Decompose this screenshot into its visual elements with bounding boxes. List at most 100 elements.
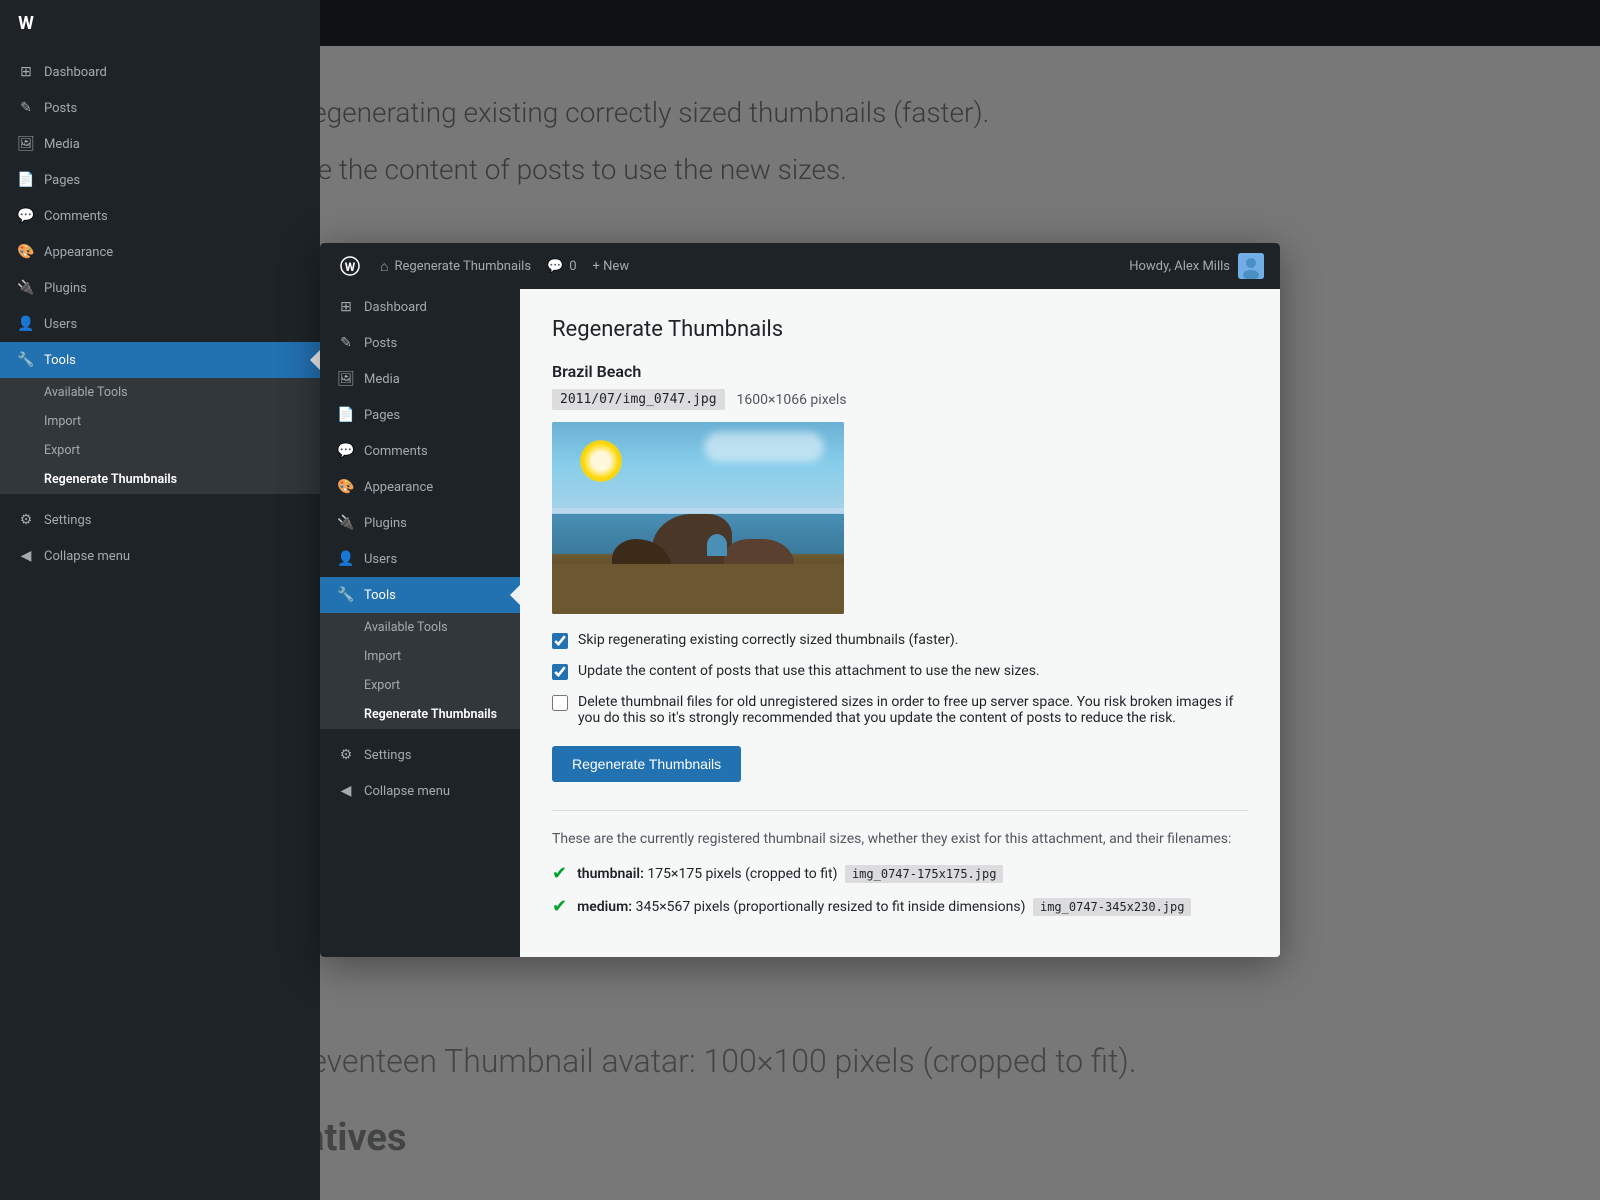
modal-submenu-import[interactable]: Import xyxy=(320,642,520,671)
checkbox-skip-regen-label: Skip regenerating existing correctly siz… xyxy=(578,632,958,648)
modal-wp-logo: W xyxy=(336,252,364,280)
sidebar-item-pages[interactable]: 📄 Pages xyxy=(0,162,320,198)
section-divider xyxy=(552,810,1248,811)
modal-home-link[interactable]: ⌂ Regenerate Thumbnails xyxy=(380,258,531,275)
modal-dialog: W ⌂ Regenerate Thumbnails 💬 0 + New Howd… xyxy=(320,243,1280,957)
modal-body: ⊞ Dashboard ✎ Posts 🖼 Media 📄 Pages 💬 Co… xyxy=(320,289,1280,957)
sidebar-collapse[interactable]: ◀ Collapse menu xyxy=(0,538,320,574)
wp-logo-sidebar: W xyxy=(12,9,40,37)
modal-appearance-icon: 🎨 xyxy=(336,477,356,497)
submenu-regenerate[interactable]: Regenerate Thumbnails xyxy=(0,465,320,494)
modal-appearance-label: Appearance xyxy=(364,480,433,495)
modal-sidebar-plugins[interactable]: 🔌 Plugins xyxy=(320,505,520,541)
modal-sidebar: ⊞ Dashboard ✎ Posts 🖼 Media 📄 Pages 💬 Co… xyxy=(320,289,520,957)
modal-sidebar-pages[interactable]: 📄 Pages xyxy=(320,397,520,433)
sidebar-item-posts[interactable]: ✎ Posts xyxy=(0,90,320,126)
modal-sidebar-comments[interactable]: 💬 Comments xyxy=(320,433,520,469)
modal-sidebar-dashboard[interactable]: ⊞ Dashboard xyxy=(320,289,520,325)
thumb-entry-1: ✔ thumbnail: 175×175 pixels (cropped to … xyxy=(552,863,1248,884)
modal-admin-bar: W ⌂ Regenerate Thumbnails 💬 0 + New Howd… xyxy=(320,243,1280,289)
modal-settings-label: Settings xyxy=(364,748,411,763)
media-icon: 🖼 xyxy=(16,134,36,154)
modal-sidebar-media[interactable]: 🖼 Media xyxy=(320,361,520,397)
comments-count: 0 xyxy=(569,259,576,274)
pages-icon: 📄 xyxy=(16,170,36,190)
modal-plugins-label: Plugins xyxy=(364,516,407,531)
tools-icon: 🔧 xyxy=(16,350,36,370)
modal-sidebar-users[interactable]: 👤 Users xyxy=(320,541,520,577)
modal-submenu-export[interactable]: Export xyxy=(320,671,520,700)
posts-icon: ✎ xyxy=(16,98,36,118)
checkbox-delete-thumbs[interactable] xyxy=(552,695,568,711)
sidebar-label-pages: Pages xyxy=(44,173,80,188)
beach-preview xyxy=(552,422,844,614)
thumb-entry-2: ✔ medium: 345×567 pixels (proportionally… xyxy=(552,896,1248,917)
modal-media-icon: 🖼 xyxy=(336,369,356,389)
thumb-name-2: medium: 345×567 pixels (proportionally r… xyxy=(577,898,1191,916)
thumb-filename-2: img_0747-345x230.jpg xyxy=(1033,898,1192,916)
howdy-text: Howdy, Alex Mills xyxy=(1129,259,1230,274)
modal-posts-label: Posts xyxy=(364,336,397,351)
modal-sidebar-posts[interactable]: ✎ Posts xyxy=(320,325,520,361)
appearance-icon: 🎨 xyxy=(16,242,36,262)
image-name: Brazil Beach xyxy=(552,362,1248,381)
modal-tools-icon: 🔧 xyxy=(336,585,356,605)
modal-plugins-icon: 🔌 xyxy=(336,513,356,533)
thumb-name-1: thumbnail: 175×175 pixels (cropped to fi… xyxy=(577,865,1003,883)
thumb-filename-1: img_0747-175x175.jpg xyxy=(845,865,1004,883)
submenu-import[interactable]: Import xyxy=(0,407,320,436)
modal-tools-label: Tools xyxy=(364,588,396,603)
sidebar-item-appearance[interactable]: 🎨 Appearance xyxy=(0,234,320,270)
checkbox-update-posts[interactable] xyxy=(552,664,568,680)
sidebar-item-users[interactable]: 👤 Users xyxy=(0,306,320,342)
regenerate-button[interactable]: Regenerate Thumbnails xyxy=(552,746,741,782)
page-title: Regenerate Thumbnails xyxy=(552,317,1248,342)
sidebar-item-settings[interactable]: ⚙ Settings xyxy=(0,502,320,538)
thumb-check-icon-2: ✔ xyxy=(552,896,567,917)
settings-icon: ⚙ xyxy=(16,510,36,530)
modal-tools-submenu: Available Tools Import Export Regenerate… xyxy=(320,613,520,729)
modal-pages-icon: 📄 xyxy=(336,405,356,425)
modal-site-name: Regenerate Thumbnails xyxy=(394,259,531,274)
sidebar-item-media[interactable]: 🖼 Media xyxy=(0,126,320,162)
registered-desc: These are the currently registered thumb… xyxy=(552,831,1248,847)
sidebar-item-dashboard[interactable]: ⊞ Dashboard xyxy=(0,54,320,90)
home-icon: ⌂ xyxy=(380,258,388,275)
modal-main-content: Regenerate Thumbnails Brazil Beach 2011/… xyxy=(520,289,1280,957)
modal-sidebar-tools[interactable]: 🔧 Tools xyxy=(320,577,520,613)
modal-comments-link[interactable]: 💬 0 xyxy=(547,259,577,274)
submenu-export[interactable]: Export xyxy=(0,436,320,465)
checkbox-skip-regen[interactable] xyxy=(552,633,568,649)
modal-user-info: Howdy, Alex Mills xyxy=(1129,253,1264,279)
users-icon: 👤 xyxy=(16,314,36,334)
sidebar-label-comments: Comments xyxy=(44,209,108,224)
modal-new-link[interactable]: + New xyxy=(593,259,630,274)
tools-submenu: Available Tools Import Export Regenerate… xyxy=(0,378,320,494)
modal-collapse-icon: ◀ xyxy=(336,781,356,801)
collapse-icon: ◀ xyxy=(16,546,36,566)
plugins-icon: 🔌 xyxy=(16,278,36,298)
modal-sidebar-settings[interactable]: ⚙ Settings xyxy=(320,737,520,773)
sidebar-item-comments[interactable]: 💬 Comments xyxy=(0,198,320,234)
modal-users-icon: 👤 xyxy=(336,549,356,569)
modal-pages-label: Pages xyxy=(364,408,400,423)
modal-posts-icon: ✎ xyxy=(336,333,356,353)
modal-comments-label: Comments xyxy=(364,444,428,459)
modal-submenu-regenerate[interactable]: Regenerate Thumbnails xyxy=(320,700,520,729)
modal-users-label: Users xyxy=(364,552,397,567)
sidebar-nav: ⊞ Dashboard ✎ Posts 🖼 Media 📄 Pages 💬 Co… xyxy=(0,46,320,1200)
admin-bar-sidebar: W xyxy=(0,0,320,46)
modal-sidebar-appearance[interactable]: 🎨 Appearance xyxy=(320,469,520,505)
submenu-available-tools[interactable]: Available Tools xyxy=(0,378,320,407)
sidebar-label-appearance: Appearance xyxy=(44,245,113,260)
sidebar-item-tools[interactable]: 🔧 Tools xyxy=(0,342,320,378)
modal-collapse-label: Collapse menu xyxy=(364,784,450,799)
sidebar-item-plugins[interactable]: 🔌 Plugins xyxy=(0,270,320,306)
sidebar-label-plugins: Plugins xyxy=(44,281,87,296)
thumb-check-icon-1: ✔ xyxy=(552,863,567,884)
modal-sidebar-collapse[interactable]: ◀ Collapse menu xyxy=(320,773,520,809)
modal-submenu-available-tools[interactable]: Available Tools xyxy=(320,613,520,642)
new-label: + New xyxy=(593,259,630,274)
checkbox-row-2: Update the content of posts that use thi… xyxy=(552,663,1248,680)
checkbox-row-1: Skip regenerating existing correctly siz… xyxy=(552,632,1248,649)
